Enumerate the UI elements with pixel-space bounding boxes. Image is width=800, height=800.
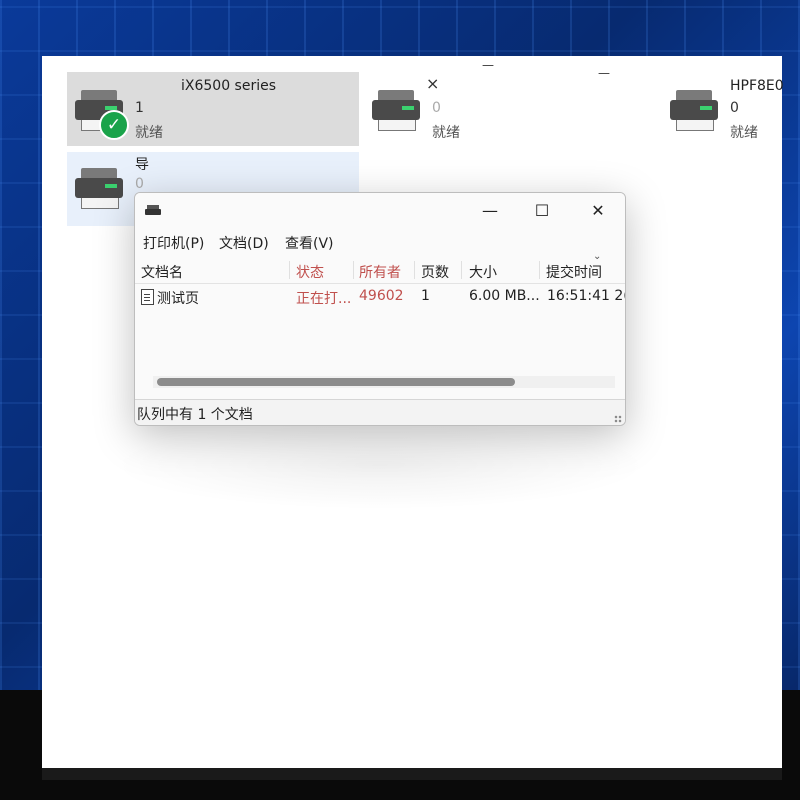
column-header-submitted[interactable]: 提交时间 — [546, 262, 602, 282]
printer-name: iX6500 series — [181, 78, 277, 94]
printer-tile-hpf8e0[interactable]: HPF8E0 0 就绪 — [662, 72, 784, 146]
printer-status: 就绪 — [135, 125, 163, 141]
job-owner: 49602 — [359, 288, 404, 304]
printer-icon — [372, 90, 420, 132]
menu-document[interactable]: 文档(D) — [219, 233, 269, 253]
printer-job-count: 1 — [135, 100, 144, 116]
job-pages: 1 — [421, 288, 430, 304]
printer-job-count: 0 — [432, 100, 441, 116]
close-icon[interactable]: × — [426, 74, 439, 93]
column-header-owner[interactable]: 所有者 — [359, 262, 401, 282]
printer-icon — [145, 205, 161, 217]
printer-status: 就绪 — [432, 125, 460, 141]
column-header-name[interactable]: 文档名 — [141, 262, 183, 282]
menu-view[interactable]: 查看(V) — [285, 233, 334, 253]
maximize-button[interactable]: ☐ — [519, 197, 565, 225]
status-bar: 队列中有 1 个文档 — [135, 399, 625, 425]
column-header-pages[interactable]: 页数 — [421, 262, 449, 282]
resize-grip-icon[interactable] — [614, 415, 622, 423]
job-status: 正在打... — [296, 291, 352, 307]
printer-icon — [75, 168, 123, 210]
printer-icon — [670, 90, 718, 132]
list-header: 文档名 状态 所有者 页数 大小 提交时间 ⌄ — [135, 251, 625, 284]
menu-bar: 打印机(P) 文档(D) 查看(V) — [135, 229, 625, 255]
panel-bottom-edge — [42, 768, 782, 780]
document-icon — [141, 289, 154, 305]
printer-name: HPF8E0 — [730, 78, 784, 94]
print-queue-window: — ☐ ✕ 打印机(P) 文档(D) 查看(V) 文档名 状态 所有者 页数 大… — [134, 192, 626, 426]
default-check-icon: ✓ — [99, 110, 129, 140]
printer-job-count: 0 — [730, 100, 739, 116]
menu-printer[interactable]: 打印机(P) — [143, 233, 204, 253]
queue-status-text: 队列中有 1 个文档 — [137, 407, 253, 423]
printer-status: 就绪 — [730, 125, 758, 141]
job-size: 6.00 MB... — [469, 288, 539, 304]
scrollbar-thumb[interactable] — [157, 378, 515, 386]
window-shadow — [110, 420, 650, 510]
minimize-button[interactable]: — — [467, 197, 513, 225]
job-submitted: 16:51:41 2( — [547, 288, 625, 304]
column-header-size[interactable]: 大小 — [469, 262, 497, 282]
close-button[interactable]: ✕ — [575, 197, 621, 225]
printer-tile-2[interactable]: 0 就绪 — [364, 72, 654, 146]
table-row[interactable]: 测试页 正在打... 49602 1 6.00 MB... 16:51:41 2… — [135, 285, 625, 309]
minimize-icon[interactable]: — — [598, 66, 610, 80]
sort-chevron-icon: ⌄ — [593, 251, 602, 262]
job-name: 测试页 — [157, 291, 199, 307]
printer-tile-ix6500[interactable]: ✓ iX6500 series 1 就绪 — [67, 72, 359, 146]
printer-name: 导 — [135, 157, 149, 173]
printer-job-count: 0 — [135, 176, 144, 192]
minimize-icon[interactable]: — — [482, 58, 494, 72]
column-header-status[interactable]: 状态 — [296, 262, 324, 282]
title-bar[interactable]: — ☐ ✕ — [135, 193, 625, 229]
